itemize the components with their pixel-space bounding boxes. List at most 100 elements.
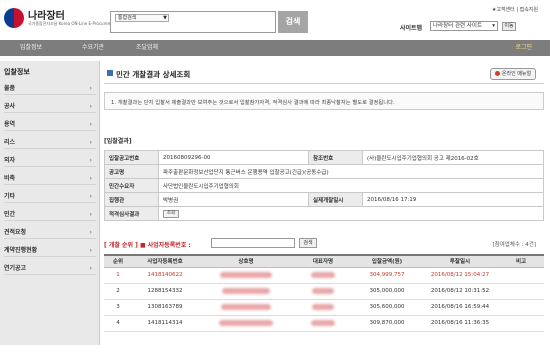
participant-count: [참여업체수 : 4건] bbox=[492, 242, 536, 248]
sidebar-title: 입찰정보 bbox=[4, 68, 30, 76]
rank-filter-label: [ 개찰 순위 ] ■ 사업자등록번호 : bbox=[104, 240, 191, 249]
site-header: 나라장터 국가종합전자조달 Korea ON-Line E-Procuremen… bbox=[0, 0, 550, 38]
online-manual-label: 온라인 매뉴얼 bbox=[501, 71, 532, 77]
reg-no-cell[interactable]: 1288154332 bbox=[132, 283, 198, 300]
ref-no-label: 참조번호 bbox=[308, 150, 363, 165]
bid-results-table: 순위 사업자등록번호 상호명 대표자명 입찰금액(원) 투찰일시 비고 1 14… bbox=[104, 254, 544, 332]
col-time[interactable]: 투찰일시 bbox=[422, 254, 498, 268]
sidebar-item-other[interactable]: 기타 › bbox=[4, 191, 96, 203]
sidebar-item-contract-status[interactable]: 계약진행현황 › bbox=[4, 245, 96, 257]
time-cell: 2016/08/12 10:31:52 bbox=[422, 283, 498, 300]
redacted-ceo bbox=[311, 319, 335, 326]
rank-cell: 1 bbox=[104, 267, 132, 284]
col-company[interactable]: 상호명 bbox=[198, 254, 294, 268]
search-scope-value: 통합검색 bbox=[118, 15, 137, 21]
redacted-company bbox=[221, 303, 271, 310]
logo-title: 나라장터 bbox=[28, 11, 65, 22]
chevron-right-icon: › bbox=[89, 85, 92, 92]
chevron-right-icon: › bbox=[89, 103, 92, 110]
table-row[interactable]: 1 1418140622 304,999,757 2016/08/12 15:0… bbox=[104, 267, 544, 284]
main-nav: 입찰정보 수요기관 조달업체 로그인 bbox=[0, 40, 550, 56]
officer-label: 집행관 bbox=[104, 192, 159, 207]
amount-cell: 305,600,000 bbox=[352, 299, 422, 316]
chevron-right-icon: › bbox=[89, 229, 92, 236]
sidebar-item-postponed[interactable]: 연기공고 › bbox=[4, 263, 96, 275]
nav-item-agency[interactable]: 수요기관 bbox=[82, 40, 104, 56]
announce-name-value: 파주출판문화정보산업단지 통근버스 운행용역 입찰공고(긴급)(공동수급) bbox=[158, 164, 544, 179]
sidebar-item-construction[interactable]: 공사 › bbox=[4, 101, 96, 113]
search-button[interactable]: 검색 bbox=[278, 11, 308, 33]
time-cell: 2016/08/16 16:59:44 bbox=[422, 299, 498, 316]
login-link[interactable]: 로그인 bbox=[515, 40, 532, 56]
chevron-down-icon: ▼ bbox=[163, 15, 167, 21]
redacted-company bbox=[219, 319, 273, 326]
sidebar-item-private[interactable]: 민간 › bbox=[4, 209, 96, 221]
client-value: 사단법인울란도시입주기업협의회 bbox=[158, 178, 544, 193]
ceo-cell bbox=[294, 283, 352, 300]
reg-search-button[interactable]: 검색 bbox=[299, 238, 317, 248]
sidebar-item-quote-request[interactable]: 견적요청 › bbox=[4, 227, 96, 239]
amount-cell: 309,870,000 bbox=[352, 315, 422, 332]
sidebar: 입찰정보 물품 › 공사 › 용역 › 리스 › 외자 › 비축 › 기타 › 민간 › 견적요… bbox=[0, 61, 100, 345]
reg-no-cell[interactable]: 1418114314 bbox=[132, 315, 198, 332]
sidebar-item-foreign[interactable]: 외자 › bbox=[4, 155, 96, 167]
site-logo[interactable]: 나라장터 국가종합전자조달 Korea ON-Line E-Procuremen… bbox=[4, 7, 134, 31]
ceo-cell bbox=[294, 267, 352, 284]
sidebar-item-label: 민간 bbox=[4, 211, 16, 218]
top-links[interactable]: ★고객센터 | 접속지원 bbox=[492, 6, 538, 13]
col-reg-no[interactable]: 사업자등록번호 bbox=[132, 254, 198, 268]
col-amount[interactable]: 입찰금액(원) bbox=[352, 254, 422, 268]
company-cell bbox=[198, 315, 294, 332]
manual-icon bbox=[494, 71, 500, 76]
review-label: 적격심사결과 bbox=[104, 206, 159, 221]
go-button[interactable]: 이동 bbox=[502, 22, 516, 31]
chevron-right-icon: › bbox=[89, 175, 92, 182]
sidebar-item-stockpile[interactable]: 비축 › bbox=[4, 173, 96, 185]
table-row[interactable]: 3 1308163789 305,600,000 2016/08/16 16:5… bbox=[104, 299, 544, 316]
sidebar-item-label: 견적요청 bbox=[4, 229, 27, 236]
rank-cell: 2 bbox=[104, 283, 132, 300]
open-time-label: 실제개찰일시 bbox=[308, 192, 363, 207]
note-cell bbox=[498, 283, 544, 300]
sidebar-item-lease[interactable]: 리스 › bbox=[4, 137, 96, 149]
reg-no-cell[interactable]: 1418140622 bbox=[132, 267, 198, 284]
online-manual-button[interactable]: 온라인 매뉴얼 bbox=[490, 68, 536, 80]
ref-no-value: (사)울란도시입주기업협의회 공고 제2016-02호 bbox=[362, 150, 544, 165]
chevron-right-icon: › bbox=[89, 157, 92, 164]
chevron-down-icon: ▾ bbox=[492, 23, 495, 29]
nav-item-supplier[interactable]: 조달업체 bbox=[136, 40, 158, 56]
note-cell bbox=[498, 315, 544, 332]
sidebar-item-goods[interactable]: 물품 › bbox=[4, 83, 96, 95]
notice-text: 1. 개찰결과는 단지 입찰서 제출결과만 보여주는 것으로서 입찰참가자격, … bbox=[111, 100, 395, 106]
chevron-right-icon: › bbox=[89, 247, 92, 254]
note-cell bbox=[498, 267, 544, 284]
chevron-right-icon: › bbox=[89, 193, 92, 200]
reg-no-input[interactable] bbox=[211, 238, 295, 248]
col-ceo[interactable]: 대표자명 bbox=[294, 254, 352, 268]
table-row[interactable]: 2 1288154332 305,000,000 2016/08/12 10:3… bbox=[104, 283, 544, 300]
search-scope-select[interactable]: 통합검색 ▼ bbox=[115, 14, 169, 22]
col-note[interactable]: 비고 bbox=[498, 254, 544, 268]
review-view-button[interactable]: 조회 bbox=[163, 209, 179, 218]
table-row[interactable]: 4 1418114314 309,870,000 2016/08/16 11:3… bbox=[104, 315, 544, 332]
announce-name-label: 공고명 bbox=[104, 164, 159, 179]
reg-no-cell[interactable]: 1308163789 bbox=[132, 299, 198, 316]
col-rank[interactable]: 순위 bbox=[104, 254, 132, 268]
amount-cell: 304,999,757 bbox=[352, 267, 422, 284]
filter-row: [ 개찰 순위 ] ■ 사업자등록번호 : 검색 [참여업체수 : 4건] bbox=[104, 237, 544, 251]
sidebar-item-label: 외자 bbox=[4, 157, 16, 164]
related-site-select[interactable]: 나라장터 관련 사이트 ▾ bbox=[430, 21, 498, 31]
sidebar-item-label: 공사 bbox=[4, 103, 16, 110]
nav-item-bid-info[interactable]: 입찰정보 bbox=[20, 40, 42, 56]
sidebar-item-service[interactable]: 용역 › bbox=[4, 119, 96, 131]
rank-cell: 4 bbox=[104, 315, 132, 332]
ceo-cell bbox=[294, 299, 352, 316]
chevron-right-icon: › bbox=[89, 139, 92, 146]
sidebar-item-label: 비축 bbox=[4, 175, 16, 182]
ceo-cell bbox=[294, 315, 352, 332]
redacted-ceo bbox=[312, 287, 334, 294]
sidebar-item-label: 리스 bbox=[4, 139, 16, 146]
open-time-value: 2016/08/16 17:19 bbox=[362, 192, 544, 207]
search-input[interactable]: 통합검색 ▼ bbox=[110, 11, 276, 33]
note-cell bbox=[498, 299, 544, 316]
